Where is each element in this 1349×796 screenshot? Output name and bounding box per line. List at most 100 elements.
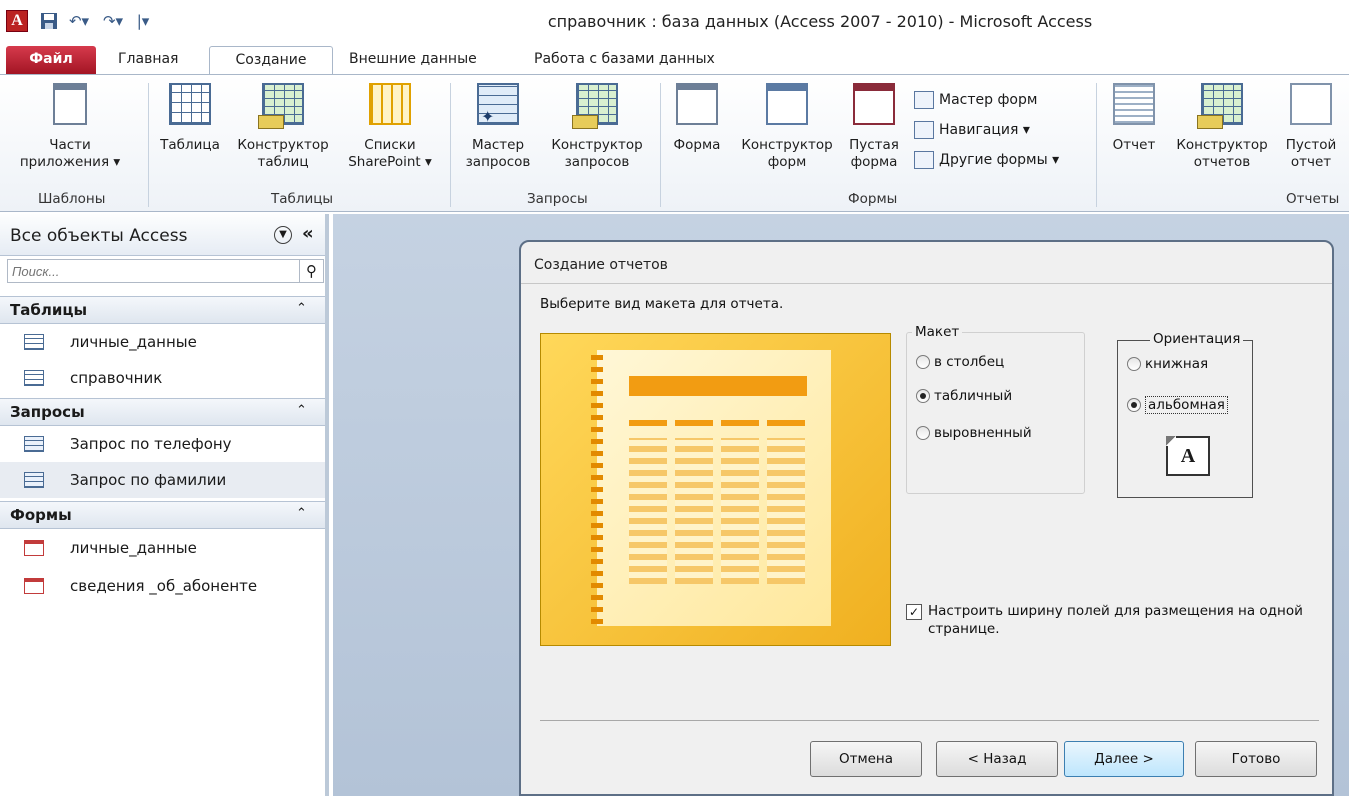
finish-button[interactable]: Готово xyxy=(1195,741,1317,777)
dialog-prompt: Выберите вид макета для отчета. xyxy=(540,296,784,312)
radio-selected-icon[interactable] xyxy=(1127,398,1141,412)
radio-icon[interactable] xyxy=(916,355,930,369)
layout-radio-justified[interactable]: выровненный xyxy=(916,425,1032,441)
sharepoint-lists-button[interactable]: Списки SharePoint ▾ xyxy=(340,83,440,171)
radio-label: альбомная xyxy=(1145,396,1228,414)
application-parts-button[interactable]: Части приложения ▾ xyxy=(0,83,140,171)
form-wizard-label: Мастер форм xyxy=(939,92,1038,108)
form-wizard-icon xyxy=(914,91,934,109)
tab-create[interactable]: Создание xyxy=(209,46,333,75)
navigation-icon xyxy=(914,121,934,139)
redo-icon[interactable]: ↷▾ xyxy=(98,10,128,32)
radio-icon[interactable] xyxy=(1127,357,1141,371)
form-icon xyxy=(24,540,44,556)
search-icon[interactable]: ⚲ xyxy=(300,259,324,283)
customize-qat-icon[interactable]: |▾ xyxy=(132,10,154,32)
window-title: справочник : база данных (Access 2007 - … xyxy=(547,12,1093,31)
nav-title: Все объекты Access xyxy=(10,226,188,246)
blank-form-button[interactable]: Пустая форма xyxy=(842,83,906,171)
sharepoint-lists-label: Списки SharePoint ▾ xyxy=(348,137,432,170)
checkbox-checked-icon[interactable]: ✓ xyxy=(906,604,922,620)
table-icon xyxy=(24,334,44,350)
table-designer-button[interactable]: Конструктор таблиц xyxy=(230,83,336,171)
report-icon xyxy=(1113,83,1155,125)
radio-selected-icon[interactable] xyxy=(916,389,930,403)
nav-group-tables[interactable]: Таблицы ⌃ xyxy=(0,296,325,324)
table-label: Таблица xyxy=(160,137,220,153)
tab-external-data[interactable]: Внешние данные xyxy=(339,46,487,74)
tab-home[interactable]: Главная xyxy=(108,46,188,74)
query-wizard-icon xyxy=(477,83,519,125)
other-forms-label: Другие формы ▾ xyxy=(939,152,1060,168)
application-parts-icon xyxy=(53,83,87,125)
query-wizard-button[interactable]: Мастер запросов xyxy=(458,83,538,171)
nav-header[interactable]: Все объекты Access ▼ « xyxy=(0,214,325,256)
undo-icon[interactable]: ↶▾ xyxy=(64,10,94,32)
tab-database-tools[interactable]: Работа с базами данных xyxy=(524,46,725,74)
table-icon xyxy=(169,83,211,125)
back-button[interactable]: < Назад xyxy=(936,741,1058,777)
nav-item-query[interactable]: Запрос по телефону xyxy=(0,426,325,462)
ribbon: Части приложения ▾ Шаблоны Таблица Конст… xyxy=(0,74,1349,212)
collapse-group-icon[interactable]: ⌃ xyxy=(296,301,307,316)
table-button[interactable]: Таблица xyxy=(154,83,226,154)
navigation-label: Навигация ▾ xyxy=(939,122,1030,138)
nav-item-form[interactable]: сведения _об_абоненте xyxy=(0,568,325,604)
nav-item-label: Запрос по телефону xyxy=(70,435,232,453)
radio-label: выровненный xyxy=(934,425,1032,441)
nav-menu-chevron-icon[interactable]: ▼ xyxy=(274,226,292,244)
layout-radio-columnar[interactable]: в столбец xyxy=(916,354,1004,370)
collapse-group-icon[interactable]: ⌃ xyxy=(296,403,307,418)
query-wizard-label: Мастер запросов xyxy=(465,137,531,170)
nav-item-table[interactable]: справочник xyxy=(0,360,325,396)
layout-radio-tabular[interactable]: табличный xyxy=(916,388,1012,404)
query-icon xyxy=(24,436,44,452)
nav-group-label: Запросы xyxy=(10,403,85,421)
radio-icon[interactable] xyxy=(916,426,930,440)
next-button[interactable]: Далее > xyxy=(1064,741,1184,777)
form-icon xyxy=(676,83,718,125)
layout-legend: Макет xyxy=(912,324,963,340)
orientation-radio-portrait[interactable]: книжная xyxy=(1127,356,1208,372)
checkbox-label: Настроить ширину полей для размещения на… xyxy=(928,603,1303,637)
nav-item-form[interactable]: личные_данные xyxy=(0,530,325,566)
form-designer-button[interactable]: Конструктор форм xyxy=(734,83,840,171)
other-forms-icon xyxy=(914,151,934,169)
navigation-button[interactable]: Навигация ▾ xyxy=(914,121,1030,139)
dialog-button-divider xyxy=(540,720,1319,721)
table-designer-icon xyxy=(258,83,304,129)
nav-group-forms[interactable]: Формы ⌃ xyxy=(0,501,325,529)
report-label: Отчет xyxy=(1112,137,1156,153)
radio-label: в столбец xyxy=(934,354,1005,370)
orientation-radio-landscape[interactable]: альбомная xyxy=(1127,396,1228,414)
access-window: A ↶▾ ↷▾ |▾ справочник : база данных (Acc… xyxy=(0,0,1349,796)
nav-search-input[interactable] xyxy=(7,259,300,283)
nav-item-table[interactable]: личные_данные xyxy=(0,324,325,360)
radio-label: книжная xyxy=(1145,356,1209,372)
table-designer-label: Конструктор таблиц xyxy=(237,137,329,170)
layout-preview-image xyxy=(540,333,891,646)
report-designer-button[interactable]: Конструктор отчетов xyxy=(1166,83,1278,171)
nav-collapse-icon[interactable]: « xyxy=(302,223,314,244)
report-button[interactable]: Отчет xyxy=(1104,83,1164,154)
form-icon xyxy=(24,578,44,594)
nav-group-queries[interactable]: Запросы ⌃ xyxy=(0,398,325,426)
nav-group-label: Формы xyxy=(10,506,72,524)
nav-item-query[interactable]: Запрос по фамилии xyxy=(0,462,325,498)
query-designer-button[interactable]: Конструктор запросов xyxy=(542,83,652,171)
collapse-group-icon[interactable]: ⌃ xyxy=(296,506,307,521)
report-designer-icon xyxy=(1197,83,1243,129)
form-button[interactable]: Форма xyxy=(664,83,730,154)
tab-file[interactable]: Файл xyxy=(6,46,96,74)
nav-item-label: справочник xyxy=(70,369,163,387)
sharepoint-lists-icon xyxy=(369,83,411,125)
blank-report-button[interactable]: Пустой отчет xyxy=(1280,83,1342,171)
form-wizard-button[interactable]: Мастер форм xyxy=(914,91,1037,109)
query-icon xyxy=(24,472,44,488)
group-label-tables: Таблицы xyxy=(271,191,334,207)
other-forms-button[interactable]: Другие формы ▾ xyxy=(914,151,1059,169)
cancel-button[interactable]: Отмена xyxy=(810,741,922,777)
group-label-templates: Шаблоны xyxy=(38,191,106,207)
save-icon[interactable] xyxy=(38,10,60,32)
access-app-icon[interactable]: A xyxy=(6,10,28,32)
